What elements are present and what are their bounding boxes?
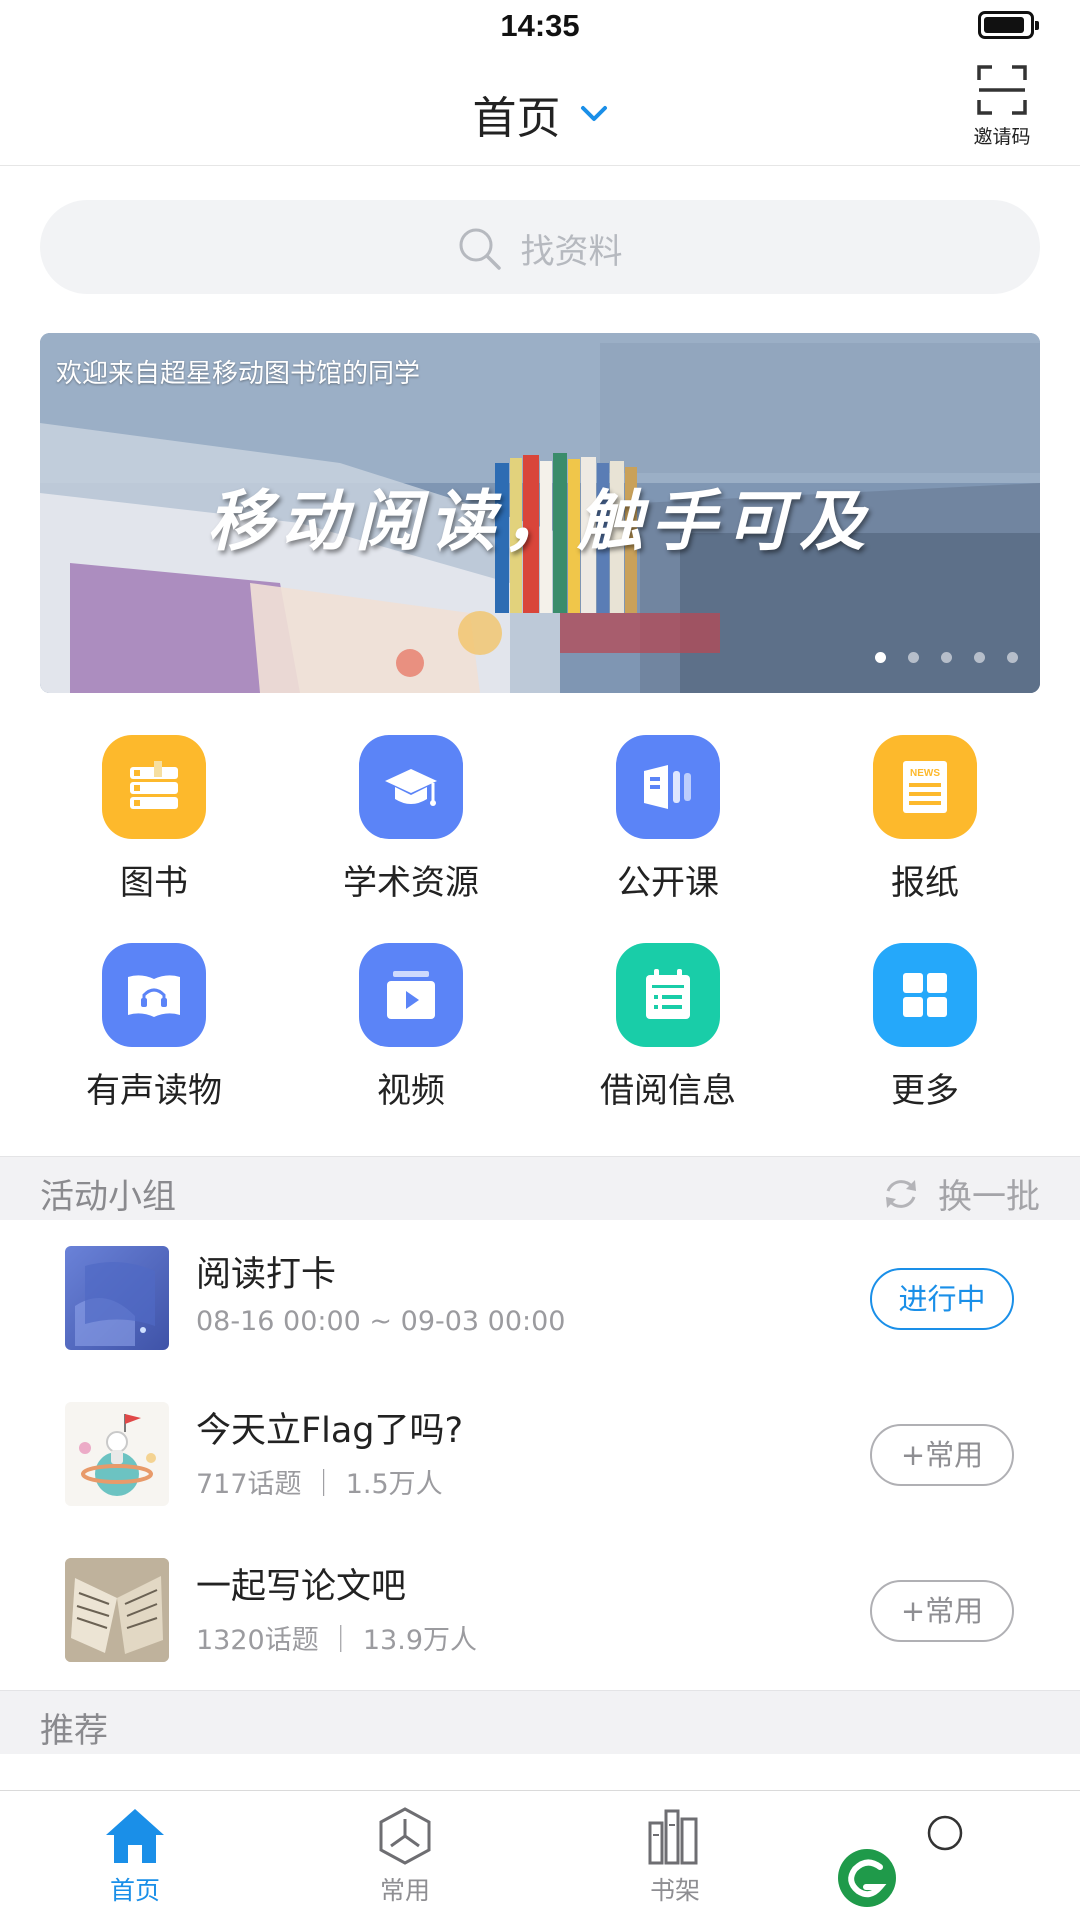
page-title-dropdown[interactable]: 首页 bbox=[0, 82, 1080, 146]
grid-item-academic[interactable]: 学术资源 bbox=[311, 735, 511, 904]
status-time: 14:35 bbox=[500, 8, 580, 43]
carousel-dot[interactable] bbox=[908, 652, 919, 663]
refresh-label: 换一批 bbox=[938, 1177, 1040, 1217]
add-favorite-button[interactable]: +常用 bbox=[870, 1424, 1014, 1486]
grid-item-open-course[interactable]: 公开课 bbox=[568, 735, 768, 904]
group-meta: 08-16 00:00 ~ 09-03 00:00 bbox=[196, 1306, 566, 1337]
grid-label: 更多 bbox=[891, 1071, 959, 1111]
open-course-icon bbox=[616, 735, 720, 839]
search-placeholder: 找资料 bbox=[520, 232, 623, 272]
banner-title: 移动阅读，触手可及 bbox=[207, 482, 873, 560]
grid-item-books[interactable]: 图书 bbox=[54, 735, 254, 904]
refresh-icon bbox=[885, 1179, 916, 1208]
grid-label: 图书 bbox=[120, 863, 188, 903]
invite-code-button[interactable]: 邀请码 bbox=[960, 64, 1044, 149]
group-name: 阅读打卡 bbox=[196, 1255, 337, 1295]
carousel-dot[interactable] bbox=[941, 652, 952, 663]
bookshelf-icon bbox=[648, 1809, 698, 1865]
grid-label: 报纸 bbox=[891, 863, 959, 903]
group-thumbnail bbox=[65, 1402, 169, 1506]
add-favorite-button[interactable]: +常用 bbox=[870, 1580, 1014, 1642]
tab-bookshelf[interactable]: 书架 bbox=[605, 1805, 745, 1907]
tab-favorites[interactable]: 常用 bbox=[335, 1805, 475, 1907]
banner-carousel[interactable]: 欢迎来自超星移动图书馆的同学 移动阅读，触手可及 bbox=[40, 333, 1040, 693]
group-thumbnail bbox=[65, 1246, 169, 1350]
grid-label: 公开课 bbox=[617, 863, 719, 903]
books-icon bbox=[102, 735, 206, 839]
recommend-section-title: 推荐 bbox=[40, 1711, 108, 1751]
home-icon bbox=[106, 1809, 164, 1863]
grid-label: 学术资源 bbox=[343, 863, 479, 903]
carousel-indicator bbox=[853, 648, 1018, 667]
grid-item-audiobook[interactable]: 有声读物 bbox=[54, 943, 254, 1112]
status-badge[interactable]: 进行中 bbox=[870, 1268, 1014, 1330]
recommend-section-header: 推荐 bbox=[0, 1690, 1080, 1754]
carousel-dot[interactable] bbox=[1007, 652, 1018, 663]
bottom-tab-bar: 首页 常用 书架 bbox=[0, 1790, 1080, 1920]
search-icon bbox=[459, 228, 502, 270]
list-item[interactable]: 阅读打卡 08-16 00:00 ~ 09-03 00:00 进行中 bbox=[0, 1220, 1080, 1376]
grid-label: 有声读物 bbox=[86, 1071, 222, 1111]
group-name: 一起写论文吧 bbox=[196, 1567, 407, 1607]
calendar-icon bbox=[616, 943, 720, 1047]
group-meta: 717话题 ｜ 1.5万人 bbox=[196, 1469, 443, 1500]
grid-label: 视频 bbox=[377, 1071, 445, 1111]
grid-item-video[interactable]: 视频 bbox=[311, 943, 511, 1112]
grid-item-borrow-info[interactable]: 借阅信息 bbox=[568, 943, 768, 1112]
newspaper-text: NEWS bbox=[910, 768, 940, 779]
list-item[interactable]: 今天立Flag了吗? 717话题 ｜ 1.5万人 +常用 bbox=[0, 1376, 1080, 1532]
grid-item-more[interactable]: 更多 bbox=[825, 943, 1025, 1112]
graduation-cap-icon bbox=[359, 735, 463, 839]
more-grid-icon bbox=[873, 943, 977, 1047]
grid-label: 借阅信息 bbox=[600, 1071, 736, 1111]
banner-subtitle: 欢迎来自超星移动图书馆的同学 bbox=[56, 359, 421, 389]
app-logo-icon[interactable] bbox=[836, 1847, 898, 1909]
page-title: 首页 bbox=[472, 93, 561, 144]
hexagon-icon bbox=[379, 1807, 431, 1865]
activity-section-title: 活动小组 bbox=[40, 1177, 176, 1217]
chevron-down-icon bbox=[580, 106, 607, 121]
refresh-button[interactable]: 换一批 bbox=[881, 1169, 1040, 1218]
search-bar[interactable]: 找资料 bbox=[40, 200, 1040, 294]
audiobook-icon bbox=[102, 943, 206, 1047]
battery-icon bbox=[978, 11, 1039, 39]
scan-icon bbox=[977, 65, 1027, 115]
group-name: 今天立Flag了吗? bbox=[196, 1411, 464, 1451]
tab-label: 书架 bbox=[649, 1876, 700, 1905]
status-bar: 14:35 bbox=[0, 0, 1080, 52]
activity-section-header: 活动小组 换一批 bbox=[0, 1156, 1080, 1220]
tab-label: 首页 bbox=[109, 1876, 160, 1905]
invite-code-label: 邀请码 bbox=[973, 126, 1031, 148]
grid-item-newspaper[interactable]: NEWS 报纸 bbox=[825, 735, 1025, 904]
header: 首页 邀请码 bbox=[0, 52, 1080, 166]
group-meta: 1320话题 ｜ 13.9万人 bbox=[196, 1625, 477, 1656]
loading-ring-icon bbox=[927, 1815, 963, 1851]
list-item[interactable]: 一起写论文吧 1320话题 ｜ 13.9万人 +常用 bbox=[0, 1532, 1080, 1688]
group-thumbnail bbox=[65, 1558, 169, 1662]
newspaper-icon: NEWS bbox=[873, 735, 977, 839]
carousel-dot[interactable] bbox=[875, 652, 886, 663]
tab-label: 常用 bbox=[379, 1876, 430, 1905]
tab-home[interactable]: 首页 bbox=[65, 1805, 205, 1907]
video-icon bbox=[359, 943, 463, 1047]
feature-grid: 图书 学术资源 公开课 NEWS 报纸 有声读物 视频 借阅信息 更多 bbox=[0, 735, 1080, 1155]
carousel-dot[interactable] bbox=[974, 652, 985, 663]
